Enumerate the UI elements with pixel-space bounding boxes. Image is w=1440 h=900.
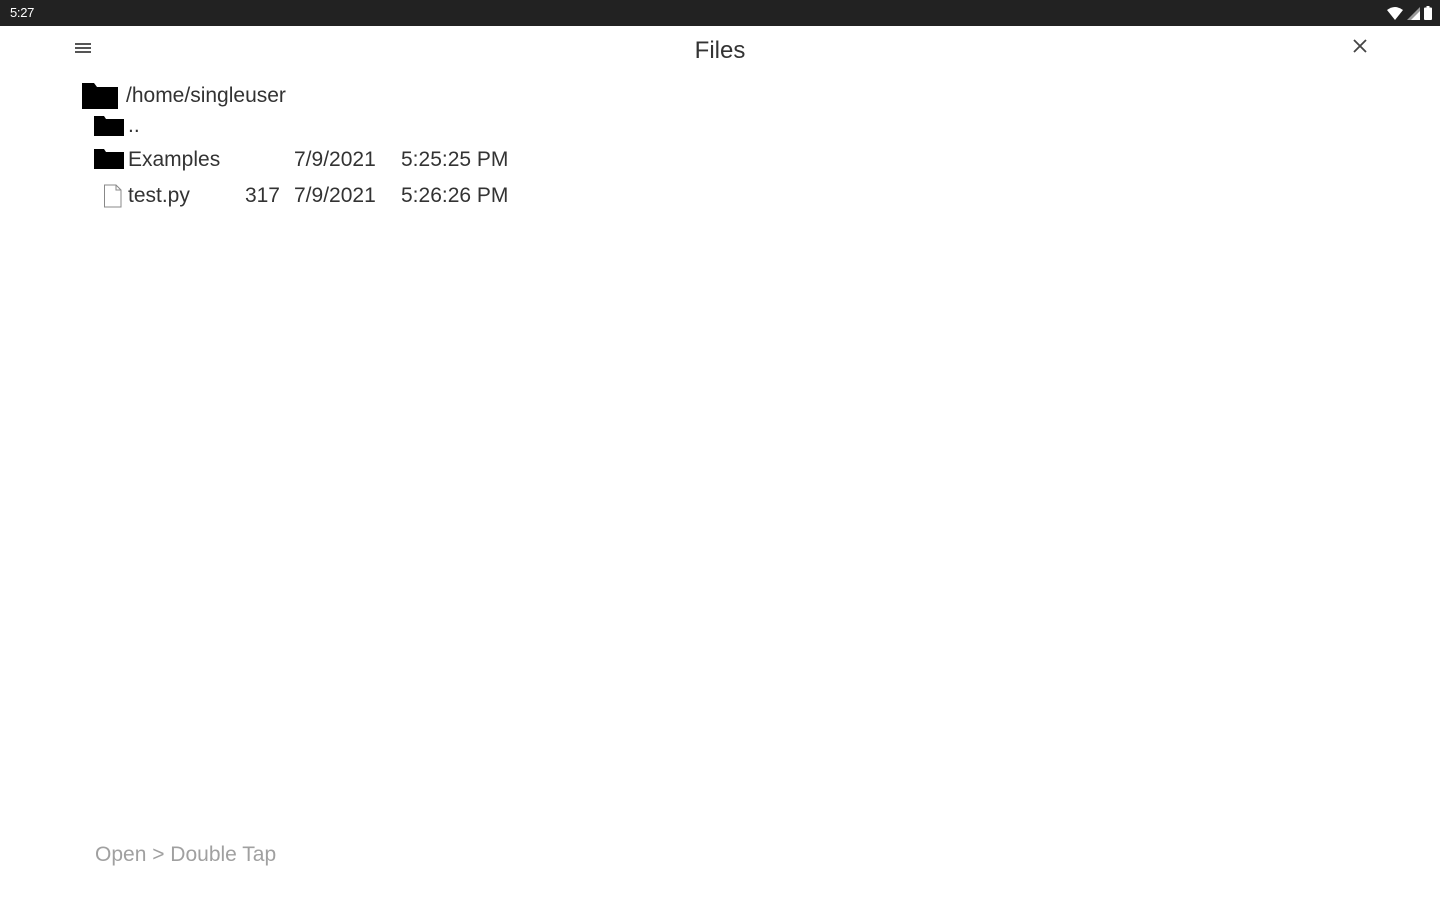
- file-size: 317: [244, 184, 280, 207]
- file-date: 7/9/2021: [294, 148, 376, 171]
- list-item-test-py[interactable]: test.py 317 7/9/2021 5:26:26 PM: [94, 181, 534, 211]
- close-button[interactable]: [1348, 36, 1372, 60]
- cell-signal-icon: [1407, 6, 1420, 20]
- close-icon: [1353, 38, 1367, 58]
- file-name: test.py: [128, 184, 190, 207]
- file-name: Examples: [128, 148, 221, 171]
- folder-icon: [94, 114, 126, 138]
- status-icons: [1387, 6, 1432, 20]
- list-item-parent-directory[interactable]: ..: [94, 111, 534, 141]
- folder-icon: [94, 148, 126, 172]
- file-icon: [94, 184, 126, 208]
- wifi-icon: [1387, 6, 1403, 20]
- gesture-hint: Open > Double Tap: [95, 843, 277, 866]
- file-date: 7/9/2021: [294, 184, 376, 207]
- current-directory[interactable]: /home/singleuser: [82, 80, 286, 112]
- folder-icon: [82, 81, 120, 111]
- file-name: ..: [128, 114, 140, 137]
- file-time: 5:25:25 PM: [401, 148, 509, 171]
- current-path: /home/singleuser: [126, 84, 286, 107]
- status-bar: 5:27: [0, 0, 1440, 26]
- page-title: Files: [694, 37, 746, 64]
- app-header: Files: [0, 26, 1440, 76]
- battery-icon: [1424, 6, 1432, 20]
- list-item-examples[interactable]: Examples 7/9/2021 5:25:25 PM: [94, 145, 534, 175]
- file-time: 5:26:26 PM: [401, 184, 509, 207]
- status-time: 5:27: [10, 5, 35, 20]
